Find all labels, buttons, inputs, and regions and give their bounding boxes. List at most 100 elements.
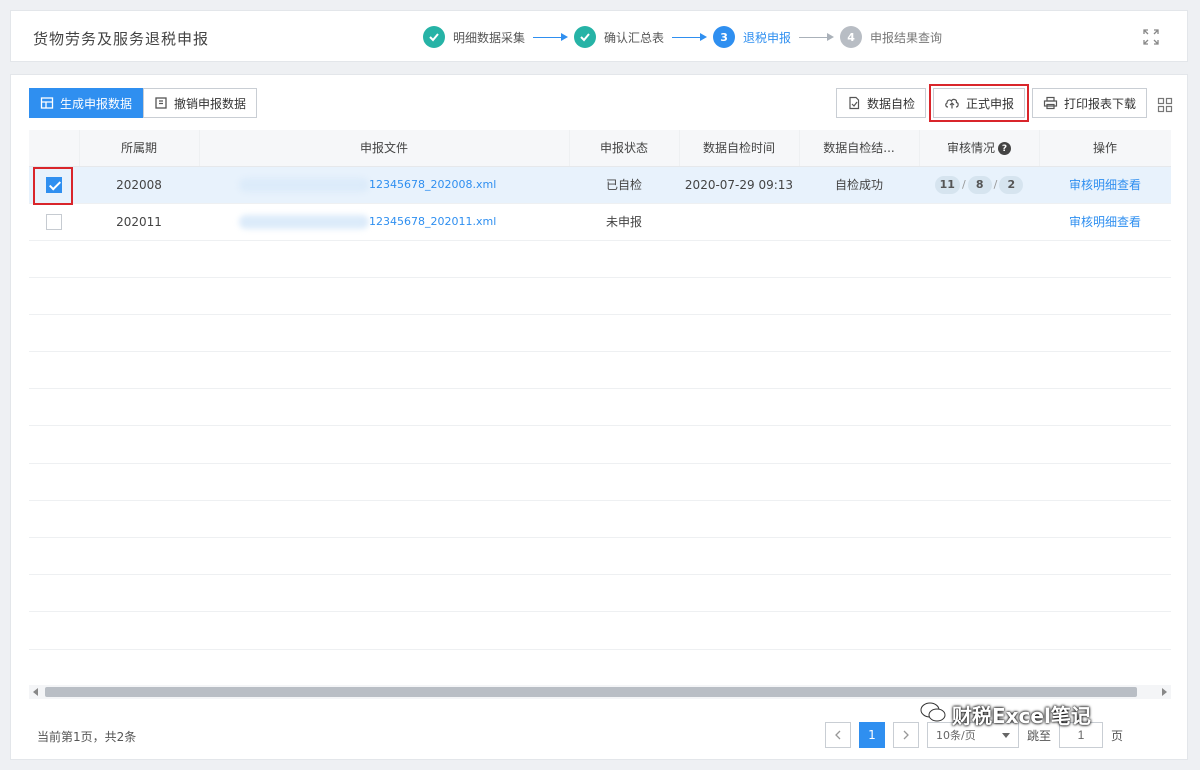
audit-count-pill[interactable]: 11 bbox=[934, 175, 960, 194]
toolbar-left: 生成申报数据 撤销申报数据 bbox=[29, 88, 258, 118]
period-cell: 202008 bbox=[79, 166, 199, 204]
withdraw-declaration-button[interactable]: 撤销申报数据 bbox=[143, 88, 258, 118]
formal-submit-label: 正式申报 bbox=[965, 96, 1014, 111]
empty-row bbox=[29, 277, 1171, 315]
step-1[interactable]: 明细数据采集 bbox=[423, 26, 525, 48]
scroll-right-icon[interactable] bbox=[1162, 688, 1167, 696]
period-cell: 202011 bbox=[79, 203, 199, 241]
goto-label: 跳至 bbox=[1027, 728, 1052, 743]
step-arrow-icon bbox=[799, 33, 835, 41]
column-header-audit[interactable]: 审核情况? bbox=[919, 130, 1040, 167]
generate-label: 生成申报数据 bbox=[60, 96, 133, 111]
generate-declaration-button[interactable]: 生成申报数据 bbox=[29, 88, 144, 118]
toolbar-right: 数据自检 正式申报 打印报表下载 bbox=[835, 84, 1147, 122]
column-header-check-time[interactable]: 数据自检时间 bbox=[679, 130, 800, 167]
step-2[interactable]: 确认汇总表 bbox=[574, 26, 664, 48]
audit-count-pill[interactable]: 8 bbox=[967, 175, 992, 194]
column-header-file[interactable]: 申报文件 bbox=[199, 130, 570, 167]
check-circle-icon bbox=[423, 26, 445, 48]
step-indicator: 明细数据采集 确认汇总表 3 退税申报 4 申报结果查询 bbox=[423, 25, 942, 49]
main-panel: 生成申报数据 撤销申报数据 数据自检 正式申报 打印报表下载 所属期 申报文件 … bbox=[10, 74, 1188, 760]
self-check-button[interactable]: 数据自检 bbox=[835, 88, 926, 118]
empty-row bbox=[29, 500, 1171, 539]
step-arrow-icon bbox=[672, 33, 708, 41]
check-result-cell: 自检成功 bbox=[799, 166, 919, 204]
audit-detail-link[interactable]: 审核明细查看 bbox=[1069, 215, 1141, 229]
audit-count-pill[interactable]: 2 bbox=[999, 175, 1024, 194]
column-header-status[interactable]: 申报状态 bbox=[569, 130, 680, 167]
chevron-down-icon bbox=[1002, 729, 1010, 742]
column-header-action: 操作 bbox=[1039, 130, 1171, 167]
empty-row bbox=[29, 314, 1171, 353]
file-link[interactable]: 12345678_202008.xml bbox=[369, 178, 496, 191]
column-settings-icon[interactable] bbox=[1157, 97, 1173, 117]
empty-row bbox=[29, 240, 1171, 278]
table-header: 所属期 申报文件 申报状态 数据自检时间 数据自检结... 审核情况? 操作 bbox=[29, 130, 1171, 167]
step-3[interactable]: 3 退税申报 bbox=[713, 26, 791, 48]
row-select-cell[interactable] bbox=[29, 203, 79, 241]
step-4-label: 申报结果查询 bbox=[870, 30, 943, 45]
step-3-number: 3 bbox=[713, 26, 736, 48]
watermark-text: 财税Excel笔记 bbox=[952, 704, 1091, 728]
check-result-cell bbox=[799, 203, 919, 241]
checkbox-highlight-box bbox=[33, 166, 73, 205]
print-download-label: 打印报表下载 bbox=[1063, 96, 1136, 111]
check-circle-icon bbox=[574, 26, 597, 48]
row-select-cell[interactable] bbox=[29, 166, 79, 205]
table-row[interactable]: 202011 12345678_202011.xml 未申报 审核明细查看 bbox=[29, 203, 1171, 241]
page-size-value: 10条/页 bbox=[936, 729, 976, 742]
action-cell: 审核明细查看 bbox=[1039, 166, 1171, 204]
formal-submit-button[interactable]: 正式申报 bbox=[928, 84, 1029, 122]
empty-row bbox=[29, 463, 1171, 501]
help-icon[interactable]: ? bbox=[998, 142, 1011, 156]
pagination-info: 当前第1页，共2条 bbox=[37, 730, 137, 744]
step-2-label: 确认汇总表 bbox=[604, 30, 665, 45]
page-suffix: 页 bbox=[1111, 728, 1124, 743]
pill-separator: / bbox=[961, 177, 966, 191]
check-time-cell: 2020-07-29 09:13 bbox=[679, 166, 799, 204]
generate-icon bbox=[40, 96, 54, 110]
page-number-button[interactable]: 1 bbox=[859, 722, 885, 748]
scrollbar-thumb[interactable] bbox=[45, 687, 1137, 697]
column-header-select bbox=[29, 130, 80, 167]
horizontal-scrollbar[interactable] bbox=[29, 685, 1171, 699]
scroll-left-icon[interactable] bbox=[33, 688, 38, 696]
file-cell: 12345678_202011.xml bbox=[199, 203, 569, 241]
prev-page-button[interactable] bbox=[825, 722, 851, 748]
print-download-button[interactable]: 打印报表下载 bbox=[1031, 88, 1147, 118]
audit-detail-link[interactable]: 审核明细查看 bbox=[1069, 178, 1141, 192]
withdraw-label: 撤销申报数据 bbox=[174, 96, 247, 111]
watermark: 财税Excel笔记 bbox=[920, 700, 1091, 729]
status-cell: 已自检 bbox=[569, 166, 679, 204]
empty-row bbox=[29, 388, 1171, 427]
pill-separator: / bbox=[993, 177, 998, 191]
wechat-icon bbox=[920, 701, 946, 728]
file-link[interactable]: 12345678_202011.xml bbox=[369, 215, 496, 228]
step-4[interactable]: 4 申报结果查询 bbox=[840, 26, 942, 48]
row-checkbox[interactable] bbox=[46, 213, 62, 230]
status-cell: 未申报 bbox=[569, 203, 679, 241]
column-header-check-result[interactable]: 数据自检结... bbox=[799, 130, 920, 167]
step-3-label: 退税申报 bbox=[743, 30, 792, 45]
file-cell: 12345678_202008.xml bbox=[199, 166, 569, 204]
document-check-icon bbox=[847, 96, 861, 110]
cloud-upload-icon bbox=[944, 96, 960, 110]
step-4-number: 4 bbox=[840, 26, 863, 48]
redacted-text bbox=[239, 214, 369, 229]
page-title: 货物劳务及服务退税申报 bbox=[33, 30, 210, 48]
column-header-period[interactable]: 所属期 bbox=[79, 130, 200, 167]
step-1-label: 明细数据采集 bbox=[453, 30, 526, 45]
self-check-label: 数据自检 bbox=[866, 96, 915, 111]
action-cell: 审核明细查看 bbox=[1039, 203, 1171, 241]
audit-header-label: 审核情况 bbox=[946, 141, 995, 156]
empty-row bbox=[29, 611, 1171, 650]
empty-row bbox=[29, 425, 1171, 464]
expand-icon[interactable] bbox=[1141, 27, 1161, 47]
audit-cell: 11/8/2 bbox=[919, 166, 1039, 204]
table-row[interactable]: 202008 12345678_202008.xml 已自检 2020-07-2… bbox=[29, 166, 1171, 205]
check-time-cell bbox=[679, 203, 799, 241]
declaration-table: 所属期 申报文件 申报状态 数据自检时间 数据自检结... 审核情况? 操作 2… bbox=[29, 130, 1171, 685]
audit-cell bbox=[919, 203, 1039, 241]
next-page-button[interactable] bbox=[893, 722, 919, 748]
empty-row bbox=[29, 537, 1171, 576]
